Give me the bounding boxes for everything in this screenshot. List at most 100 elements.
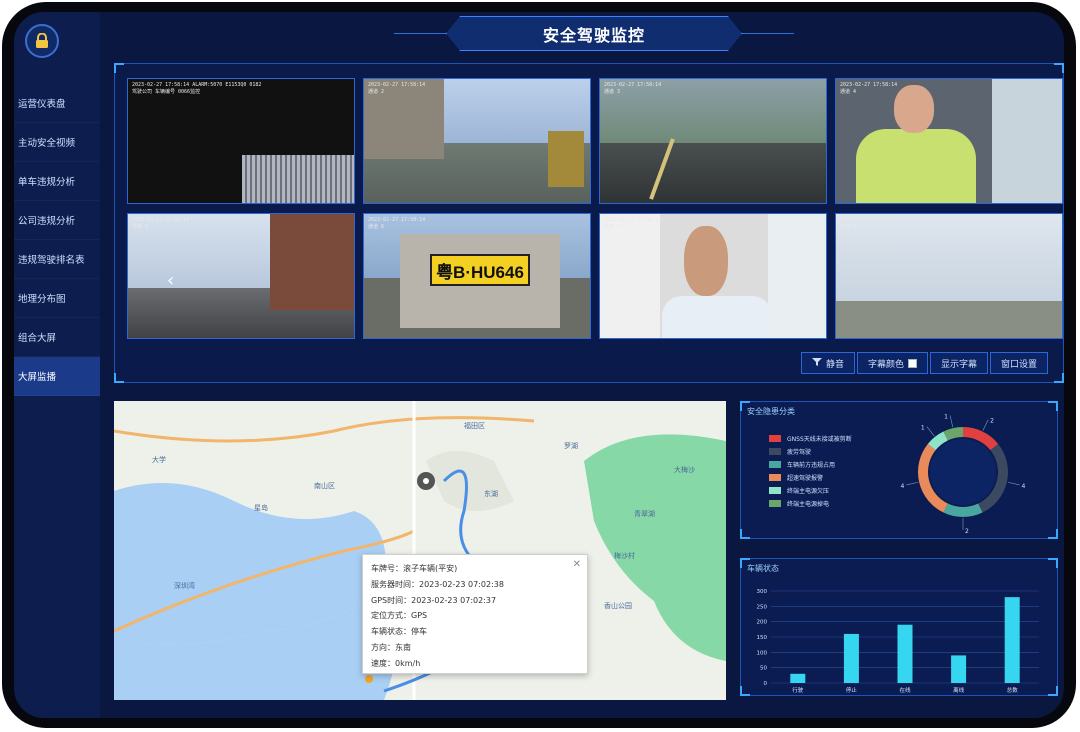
map-label: 大学 <box>152 456 166 464</box>
map-label: 青翠湖 <box>634 510 655 518</box>
vehicle-status-bar-chart: 0 50 100 150 200 250 300 行驶 停止 在线 离线 总数 <box>757 589 1039 694</box>
sidebar-item-label: 公司违规分析 <box>18 216 76 227</box>
y-tick-label: 150 <box>757 635 768 641</box>
sidebar-item-label: 违规驾驶排名表 <box>18 255 85 266</box>
sidebar-item-label: 运营仪表盘 <box>18 99 66 110</box>
camera-feed-5[interactable]: 2023-02-27 17:58:14 通道 5 <box>127 213 355 339</box>
camera-feed-8[interactable]: 2023-02-27 17:58:14 通道 8 <box>835 213 1063 339</box>
camera-osd: 2023-02-27 17:58:14 通道 3 <box>604 82 662 95</box>
close-icon[interactable]: ✕ <box>573 559 581 570</box>
sidebar-item-label: 单车违规分析 <box>18 177 76 188</box>
sidebar-item-active-safety[interactable]: 主动安全视频 <box>14 123 100 162</box>
sidebar-item-label: 大屏监播 <box>18 372 57 383</box>
y-tick-label: 250 <box>757 604 768 610</box>
map-label: 罗湖 <box>564 442 578 450</box>
header-line-left <box>394 33 450 34</box>
map-label: 星岛 <box>254 504 268 512</box>
sidebar-item-combined[interactable]: 组合大屏 <box>14 318 100 357</box>
sidebar-item-label: 主动安全视频 <box>18 138 76 149</box>
x-tick-label: 在线 <box>899 686 911 694</box>
safety-donut-chart: 2 4 2 4 1 1 <box>900 413 1026 535</box>
donut-slice <box>943 503 983 517</box>
chevron-left-icon[interactable]: ‹ <box>167 270 174 291</box>
vehicle-status-panel: 车辆状态 0 50 100 150 200 250 300 行驶 停止 在线 离线 总数 <box>740 558 1058 696</box>
x-tick-label: 总数 <box>1007 686 1019 694</box>
map-label: 南山区 <box>314 482 335 490</box>
camera-osd: 2023-02-27 17:58:14 通道 5 <box>132 217 190 230</box>
camera-feed-1[interactable]: 2023-02-27 17:58:14 ALARM:5070 E1153Q0 0… <box>127 78 355 204</box>
app-screen: 运营仪表盘 主动安全视频 单车违规分析 公司违规分析 违规驾驶排名表 地理分布图… <box>14 12 1064 718</box>
popup-speed: 速度：0km/h <box>371 658 421 668</box>
camera-osd: 2023-02-27 17:58:14 通道 6 <box>368 217 426 230</box>
sidebar-item-bigscreen[interactable]: 大屏监播 <box>14 357 100 396</box>
popup-gps-time: GPS时间：2023-02-23 07:02:37 <box>371 595 497 605</box>
safety-category-panel: 安全隐患分类 GNSS天线未接或被剪断 疲劳驾驶 车辆前方违规占用 超速驾驶报警 终端主… <box>740 401 1058 539</box>
popup-plate: 车牌号：滚子车辆(平安) <box>371 564 458 573</box>
sidebar-item-ranking[interactable]: 违规驾驶排名表 <box>14 240 100 279</box>
donut-slice-label: 2 <box>990 418 994 425</box>
popup-direction: 方向：东南 <box>371 642 411 652</box>
camera-feed-6[interactable]: 粤B·HU646 2023-02-27 17:58:14 通道 6 <box>363 213 591 339</box>
camera-osd: 2023-02-27 17:58:14 通道 2 <box>368 82 426 95</box>
vehicle-info-popup: ✕ 车牌号：滚子车辆(平安) 服务器时间：2023-02-23 07:02:38… <box>362 554 588 674</box>
donut-slice-label: 1 <box>944 413 948 420</box>
sidebar-item-geo[interactable]: 地理分布图 <box>14 279 100 318</box>
sidebar-item-label: 地理分布图 <box>18 294 66 305</box>
camera-feed-2[interactable]: 2023-02-27 17:58:14 通道 2 <box>363 78 591 204</box>
x-tick-label: 停止 <box>846 686 858 694</box>
sidebar-item-company-violation[interactable]: 公司违规分析 <box>14 201 100 240</box>
camera-feed-3[interactable]: 2023-02-27 17:58:14 通道 3 <box>599 78 827 204</box>
subtitle-color-swatch[interactable] <box>908 358 918 368</box>
donut-slice <box>943 427 964 441</box>
y-tick-label: 0 <box>764 681 768 687</box>
subtitle-color-button[interactable]: 字幕颜色 <box>857 352 929 374</box>
show-subtitle-button[interactable]: 显示字幕 <box>930 352 989 374</box>
popup-vehicle-state: 车辆状态：停车 <box>371 627 427 637</box>
donut-slice-label: 4 <box>1022 483 1026 490</box>
bar <box>790 673 806 683</box>
video-panel: 2023-02-27 17:58:14 ALARM:5070 E1153Q0 0… <box>114 63 1064 383</box>
page-title: 安全驾驶监控 <box>446 16 742 51</box>
map-label: 大梅沙 <box>674 466 695 474</box>
x-tick-label: 行驶 <box>792 686 804 694</box>
lock-icon[interactable] <box>25 24 59 58</box>
bar <box>1004 597 1020 683</box>
donut-hole <box>930 439 996 505</box>
map-label: 东湖 <box>484 490 498 498</box>
license-plate: 粤B·HU646 <box>430 254 530 286</box>
y-tick-label: 50 <box>760 666 767 672</box>
bar <box>897 624 913 683</box>
sidebar-nav: 运营仪表盘 主动安全视频 单车违规分析 公司违规分析 违规驾驶排名表 地理分布图… <box>14 84 100 396</box>
y-tick-label: 300 <box>757 589 768 595</box>
y-tick-label: 200 <box>757 620 768 626</box>
camera-osd: 2023-02-27 17:58:14 通道 7 <box>604 217 662 230</box>
popup-location-mode: 定位方式：GPS <box>371 611 428 621</box>
sidebar-item-label: 组合大屏 <box>18 333 57 344</box>
y-tick-label: 100 <box>757 650 768 656</box>
camera-osd: 2023-02-27 17:58:14 通道 4 <box>840 82 898 95</box>
map-label: 梅沙村 <box>614 552 635 560</box>
video-toolbar: 静音 字幕颜色 显示字幕 窗口设置 <box>801 352 1050 374</box>
x-tick-label: 离线 <box>953 686 965 694</box>
mute-button[interactable]: 静音 <box>801 352 856 374</box>
sidebar: 运营仪表盘 主动安全视频 单车违规分析 公司违规分析 违规驾驶排名表 地理分布图… <box>14 12 100 718</box>
map-label: 香山公园 <box>604 602 632 610</box>
map-label: 福田区 <box>464 422 485 430</box>
bar <box>951 655 967 683</box>
bar <box>843 633 859 683</box>
sidebar-item-dashboard[interactable]: 运营仪表盘 <box>14 84 100 123</box>
header-line-right <box>738 33 794 34</box>
camera-feed-7[interactable]: 2023-02-27 17:58:14 通道 7 <box>599 213 827 339</box>
volume-icon <box>812 357 822 369</box>
donut-slice-label: 2 <box>965 528 969 535</box>
sidebar-item-vehicle-violation[interactable]: 单车违规分析 <box>14 162 100 201</box>
map-label: 深圳湾 <box>174 582 195 590</box>
donut-slice-label: 1 <box>921 425 925 432</box>
camera-osd: 2023-02-27 17:58:14 ALARM:5070 E1153Q0 0… <box>132 82 262 95</box>
camera-osd: 2023-02-27 17:58:14 通道 8 <box>840 217 898 230</box>
map-view[interactable]: 大学 星岛 东湖 青翠湖 香山公园 福田区 南山区 深圳湾 蛇口 罗湖 大梅沙 … <box>114 401 726 700</box>
donut-slice-label: 4 <box>900 483 904 490</box>
popup-server-time: 服务器时间：2023-02-23 07:02:38 <box>371 579 504 589</box>
window-settings-button[interactable]: 窗口设置 <box>990 352 1049 374</box>
camera-feed-4[interactable]: 2023-02-27 17:58:14 通道 4 <box>835 78 1063 204</box>
